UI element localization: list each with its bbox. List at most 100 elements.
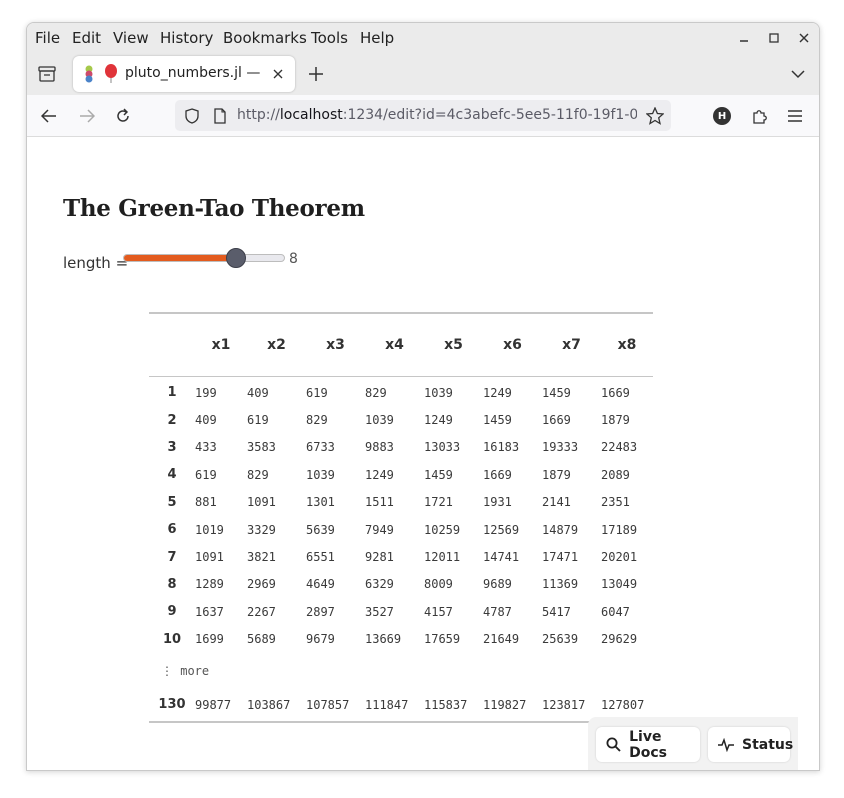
table-cell: 1091 (195, 550, 224, 565)
table-cell: 1669 (542, 413, 571, 428)
table-cell: 19333 (542, 440, 579, 455)
table-cell: 11369 (542, 577, 579, 592)
table-cell: 115837 (424, 697, 468, 712)
table-cell: 409 (247, 385, 269, 400)
more-rows-row: ⋮ more (149, 653, 653, 689)
account-avatar-icon[interactable]: H (713, 107, 731, 125)
table-cell: 12011 (424, 550, 461, 565)
table-cell: 881 (195, 495, 217, 510)
table-cell: 1637 (195, 604, 224, 619)
slider-label: length = (63, 254, 129, 272)
tab-overview-icon[interactable] (37, 65, 57, 83)
table-cell: 3821 (247, 550, 276, 565)
live-docs-button[interactable]: Live Docs (596, 727, 700, 762)
menu-file[interactable]: File (35, 29, 60, 47)
table-cell: 2267 (247, 604, 276, 619)
table-row: 3 433 3583 6733 9883 13033 16183 19333 22483 (149, 434, 653, 461)
table-row: 2 409 619 829 1039 1249 1459 1669 1879 (149, 406, 653, 433)
table-cell: 829 (306, 413, 328, 428)
table-cell: 3583 (247, 440, 276, 455)
menu-view[interactable]: View (113, 29, 149, 47)
url-scheme: http:// (237, 107, 280, 123)
extensions-icon[interactable] (749, 106, 769, 126)
length-slider[interactable] (123, 248, 285, 268)
back-icon[interactable] (39, 106, 59, 126)
table-cell: 12569 (483, 522, 520, 537)
reload-icon[interactable] (113, 106, 133, 126)
page-title: The Green-Tao Theorem (63, 195, 365, 222)
table-cell: 22483 (601, 440, 638, 455)
bookmark-star-icon[interactable] (645, 106, 665, 126)
search-icon (606, 737, 621, 753)
table-cell: 13669 (365, 632, 402, 647)
table-row: 9 1637 2267 2897 3527 4157 4787 5417 6047 (149, 598, 653, 625)
table-corner (149, 313, 195, 377)
row-index: 5 (167, 494, 177, 510)
table-cell: 3527 (365, 604, 394, 619)
table-cell: 14741 (483, 550, 520, 565)
table-cell: 619 (247, 413, 269, 428)
table-cell: 1879 (601, 413, 630, 428)
menu-bar: File Edit View History Bookmarks Tools H… (27, 23, 819, 53)
forward-icon[interactable] (77, 106, 97, 126)
table-row: 1 199 409 619 829 1039 1249 1459 1669 (149, 377, 653, 407)
table-cell: 1249 (483, 385, 512, 400)
table-cell: 619 (306, 385, 328, 400)
table-cell: 829 (365, 385, 387, 400)
table-cell: 1091 (247, 495, 276, 510)
table-cell: 7949 (365, 522, 394, 537)
url-path: :1234/edit?id=4c3abefc-5ee5-11f0-19f1-09 (342, 107, 637, 123)
table-cell: 5417 (542, 604, 571, 619)
shield-icon[interactable] (183, 107, 201, 125)
tab-pluto-notebook[interactable]: pluto_numbers.jl — Pl (73, 56, 295, 92)
slider-thumb[interactable] (226, 248, 246, 268)
table-cell: 6047 (601, 604, 630, 619)
column-header: x4 (365, 313, 424, 377)
table-cell: 9679 (306, 632, 335, 647)
close-icon[interactable] (795, 29, 813, 47)
table-cell: 1019 (195, 522, 224, 537)
column-header: x3 (306, 313, 365, 377)
minimize-icon[interactable] (735, 29, 753, 47)
column-header: x1 (195, 313, 247, 377)
tab-title: pluto_numbers.jl — Pl (125, 65, 265, 81)
tab-close-icon[interactable] (271, 67, 285, 81)
hamburger-menu-icon[interactable] (785, 106, 805, 126)
table-cell: 2351 (601, 495, 630, 510)
column-header: x7 (542, 313, 601, 377)
table-cell: 5639 (306, 522, 335, 537)
table-row: 130 99877 103867 107857 111847 115837 119827 12… (149, 689, 653, 722)
page-info-icon[interactable] (211, 107, 229, 125)
menu-edit[interactable]: Edit (72, 29, 101, 47)
new-tab-icon[interactable] (307, 65, 325, 83)
menu-history[interactable]: History (160, 29, 213, 47)
table-cell: 433 (195, 440, 217, 455)
status-button[interactable]: Status (708, 727, 793, 762)
table-cell: 1459 (542, 385, 571, 400)
url-bar[interactable]: http://localhost:1234/edit?id=4c3abefc-5… (175, 100, 671, 131)
row-index: 8 (167, 576, 177, 592)
table-cell: 1289 (195, 577, 224, 592)
menu-bookmarks[interactable]: Bookmarks (223, 29, 307, 47)
menu-help[interactable]: Help (360, 29, 394, 47)
row-index: 9 (167, 604, 177, 620)
show-more-link[interactable]: ⋮ more (149, 653, 653, 689)
table-cell: 4787 (483, 604, 512, 619)
row-index: 3 (167, 439, 177, 455)
table-cell: 1931 (483, 495, 512, 510)
row-index: 1 (167, 385, 177, 401)
list-all-tabs-icon[interactable] (789, 65, 807, 83)
table-cell: 9689 (483, 577, 512, 592)
menu-tools[interactable]: Tools (311, 29, 348, 47)
maximize-icon[interactable] (765, 29, 783, 47)
table-cell: 2141 (542, 495, 571, 510)
notebook-page: The Green-Tao Theorem length = 8 x1 x2 x… (27, 137, 819, 770)
url-text[interactable]: http://localhost:1234/edit?id=4c3abefc-5… (237, 107, 637, 123)
table-cell: 1039 (365, 413, 394, 428)
table-cell: 1459 (483, 413, 512, 428)
row-index: 130 (158, 697, 186, 713)
table-cell: 17659 (424, 632, 461, 647)
table-cell: 1699 (195, 632, 224, 647)
table-cell: 6733 (306, 440, 335, 455)
table-cell: 13033 (424, 440, 461, 455)
